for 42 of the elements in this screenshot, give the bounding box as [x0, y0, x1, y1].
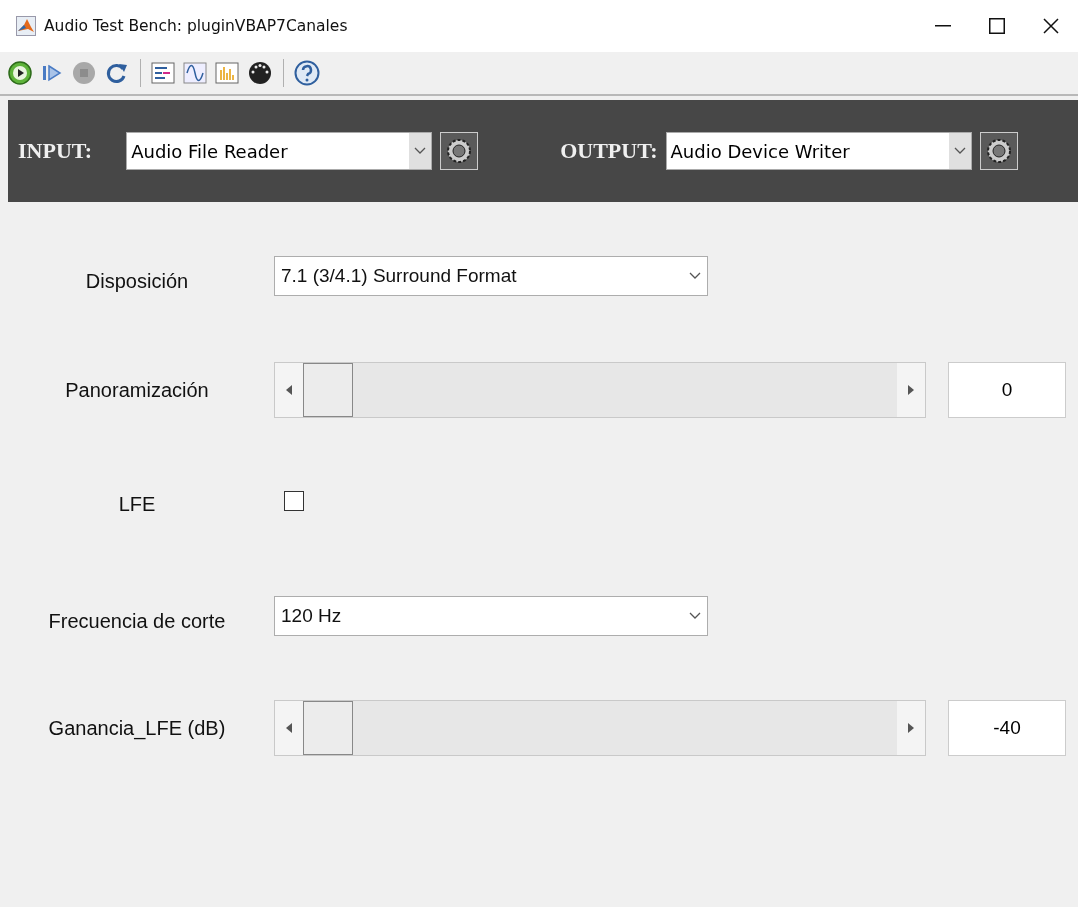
gear-icon — [445, 137, 474, 165]
maximize-icon — [989, 18, 1005, 34]
list-icon[interactable] — [151, 61, 175, 85]
input-dropdown[interactable]: Audio File Reader — [126, 132, 433, 170]
output-label: OUTPUT: — [560, 138, 658, 164]
left-arrow-icon — [286, 723, 292, 733]
app-logo-icon — [16, 16, 36, 36]
play-icon[interactable] — [8, 61, 32, 85]
stop-icon[interactable] — [72, 61, 96, 85]
value-field[interactable]: -40 — [948, 700, 1066, 756]
slider-thumb[interactable] — [303, 701, 353, 755]
refresh-icon[interactable] — [104, 61, 130, 85]
gear-icon — [984, 137, 1013, 165]
window-title: Audio Test Bench: pluginVBAP7Canales — [44, 17, 348, 35]
output-dropdown[interactable]: Audio Device Writer — [665, 132, 972, 170]
slider-thumb[interactable] — [303, 363, 353, 417]
parameter-label: LFE — [117, 492, 157, 516]
close-icon — [1043, 18, 1059, 34]
midi-connector-icon[interactable] — [247, 61, 273, 85]
output-settings-button[interactable] — [979, 132, 1018, 170]
right-arrow-icon — [908, 723, 914, 733]
checkbox[interactable] — [284, 491, 304, 511]
caret-icon — [953, 147, 966, 155]
caret-icon — [414, 147, 427, 155]
dropdown[interactable]: 7.1 (3/4.1) Surround Format — [274, 256, 708, 296]
parameter-label: Disposición — [84, 269, 190, 293]
input-settings-button[interactable] — [440, 132, 479, 170]
parameter-label: Frecuencia de corte — [47, 609, 227, 633]
caret-icon — [689, 612, 701, 620]
parameter-label: Ganancia_LFE (dB) — [47, 716, 227, 740]
slider[interactable] — [274, 700, 926, 756]
caret-icon — [689, 272, 701, 280]
parameter-label: Panoramización — [64, 378, 210, 402]
slider[interactable] — [274, 362, 926, 418]
right-arrow-icon — [908, 385, 914, 395]
dropdown[interactable]: 120 Hz — [274, 596, 708, 636]
input-label: INPUT: — [18, 138, 93, 164]
left-arrow-icon — [286, 385, 292, 395]
minimize-icon — [935, 25, 951, 27]
value-field[interactable]: 0 — [948, 362, 1066, 418]
wave-icon[interactable] — [183, 61, 207, 85]
help-icon[interactable] — [294, 60, 320, 86]
